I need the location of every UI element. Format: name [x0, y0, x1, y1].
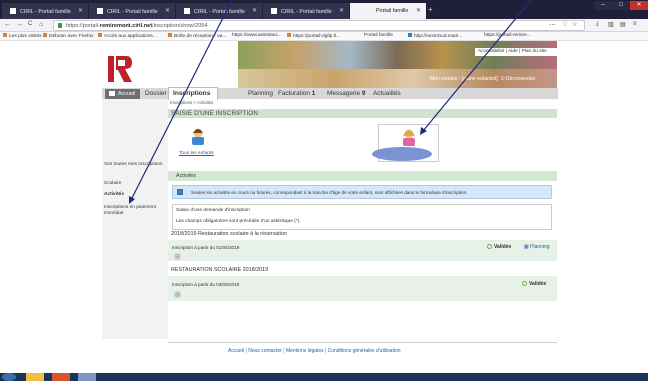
annotation-arrow: [130, 0, 233, 201]
start-button-icon[interactable]: [2, 373, 16, 381]
app-taskbar-icon[interactable]: [78, 373, 96, 381]
annotation-arrow: [422, 0, 532, 132]
annotation-arrows: [129, 0, 532, 204]
explorer-taskbar-icon[interactable]: [26, 373, 44, 381]
firefox-taskbar-icon[interactable]: [52, 373, 70, 381]
os-taskbar: [0, 373, 648, 381]
